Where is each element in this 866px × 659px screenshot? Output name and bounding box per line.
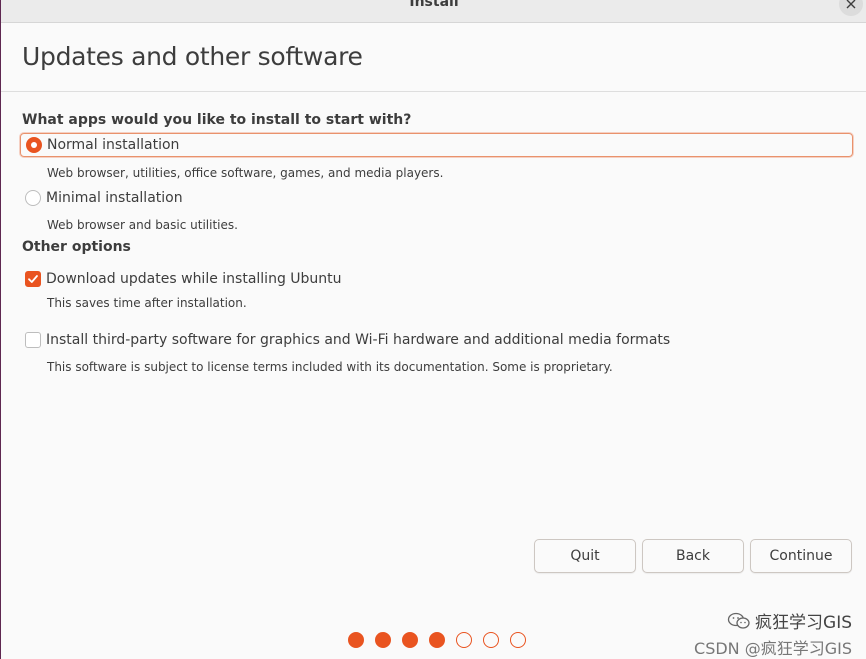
close-icon bbox=[846, 0, 856, 9]
watermark-line2: CSDN @疯狂学习GIS bbox=[694, 639, 852, 658]
other-options-heading: Other options bbox=[22, 239, 131, 255]
continue-button[interactable]: Continue bbox=[750, 539, 852, 573]
checkbox-indicator-checked[interactable] bbox=[25, 271, 41, 287]
progress-dot-completed bbox=[348, 632, 364, 648]
watermark: 疯狂学习GIS CSDN @疯狂学习GIS bbox=[694, 608, 852, 659]
progress-dot-completed bbox=[429, 632, 445, 648]
close-button[interactable] bbox=[839, 0, 863, 16]
third-party-software-checkbox[interactable]: Install third-party software for graphic… bbox=[20, 328, 670, 352]
step-progress-indicator bbox=[348, 632, 526, 648]
download-updates-label: Download updates while installing Ubuntu bbox=[46, 271, 342, 287]
checkbox-indicator-unchecked[interactable] bbox=[25, 332, 41, 348]
normal-installation-label: Normal installation bbox=[47, 137, 180, 153]
progress-dot-pending bbox=[510, 632, 526, 648]
radio-indicator-unchecked[interactable] bbox=[25, 190, 41, 206]
download-updates-checkbox[interactable]: Download updates while installing Ubuntu bbox=[20, 267, 342, 291]
install-type-heading: What apps would you like to install to s… bbox=[22, 112, 412, 128]
third-party-software-description: This software is subject to license term… bbox=[47, 360, 613, 374]
page-title: Updates and other software bbox=[22, 42, 363, 71]
window-title: Install bbox=[409, 0, 459, 10]
page-header: Updates and other software bbox=[1, 23, 866, 92]
installer-window: Install Updates and other software What … bbox=[0, 0, 866, 659]
wechat-icon bbox=[727, 612, 750, 629]
minimal-installation-radio[interactable]: Minimal installation bbox=[20, 186, 183, 210]
quit-button[interactable]: Quit bbox=[534, 539, 636, 573]
back-button[interactable]: Back bbox=[642, 539, 744, 573]
third-party-software-label: Install third-party software for graphic… bbox=[46, 332, 671, 348]
download-updates-description: This saves time after installation. bbox=[47, 296, 247, 310]
title-bar: Install bbox=[1, 0, 866, 23]
minimal-installation-description: Web browser and basic utilities. bbox=[47, 218, 238, 232]
minimal-installation-label: Minimal installation bbox=[46, 190, 183, 206]
watermark-account-name: 疯狂学习GIS bbox=[755, 613, 852, 633]
progress-dot-pending bbox=[456, 632, 472, 648]
radio-indicator-checked[interactable] bbox=[26, 137, 42, 153]
watermark-line1: 疯狂学习GIS bbox=[694, 608, 852, 633]
progress-dot-pending bbox=[483, 632, 499, 648]
normal-installation-description: Web browser, utilities, office software,… bbox=[47, 166, 444, 180]
progress-dot-completed bbox=[402, 632, 418, 648]
check-icon bbox=[28, 275, 38, 283]
progress-dot-completed bbox=[375, 632, 391, 648]
normal-installation-radio[interactable]: Normal installation bbox=[20, 133, 853, 157]
